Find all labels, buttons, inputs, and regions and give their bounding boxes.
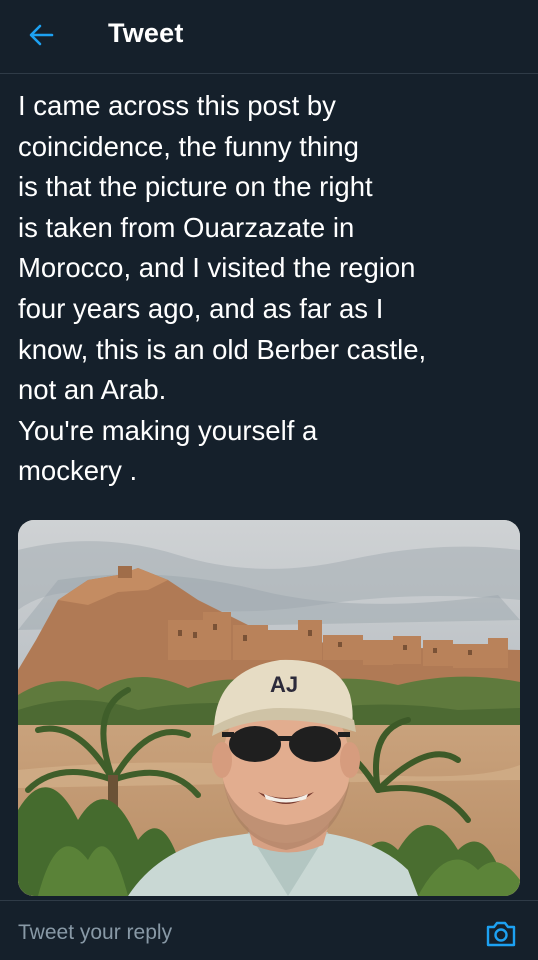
reply-input[interactable]: Tweet your reply — [18, 921, 172, 945]
tweet-text: I came across this post by coincidence, … — [18, 86, 518, 492]
tweet-text-line: not an Arab. — [18, 374, 167, 406]
tweet-text-line: know, this is an old Berber castle, — [18, 333, 427, 365]
page-title: Tweet — [108, 18, 184, 48]
arrow-left-icon — [29, 24, 54, 46]
tweet-text-line: You're making yourself a — [18, 414, 318, 446]
tweet-text-line: four years ago, and as far as I — [18, 292, 384, 324]
tweet-text-line: is taken from Ouarzazate in — [18, 211, 355, 243]
camera-icon — [486, 921, 516, 947]
tweet-text-line: Morocco, and I visited the region — [18, 252, 416, 284]
cap-logo-text: AJ — [270, 672, 298, 697]
tweet-media-image[interactable]: AJ — [18, 520, 520, 896]
tweet-text-line: mockery . — [18, 455, 138, 487]
tweet-text-line: I came across this post by — [18, 90, 336, 121]
back-button[interactable] — [22, 16, 60, 54]
top-bar: Tweet — [0, 0, 538, 74]
reply-bar: Tweet your reply — [0, 900, 538, 960]
tweet-text-line: coincidence, the funny thing — [18, 130, 359, 162]
camera-button[interactable] — [484, 917, 518, 951]
selfie-photo: AJ — [18, 520, 520, 896]
tweet-text-line: is that the picture on the right — [18, 171, 373, 203]
